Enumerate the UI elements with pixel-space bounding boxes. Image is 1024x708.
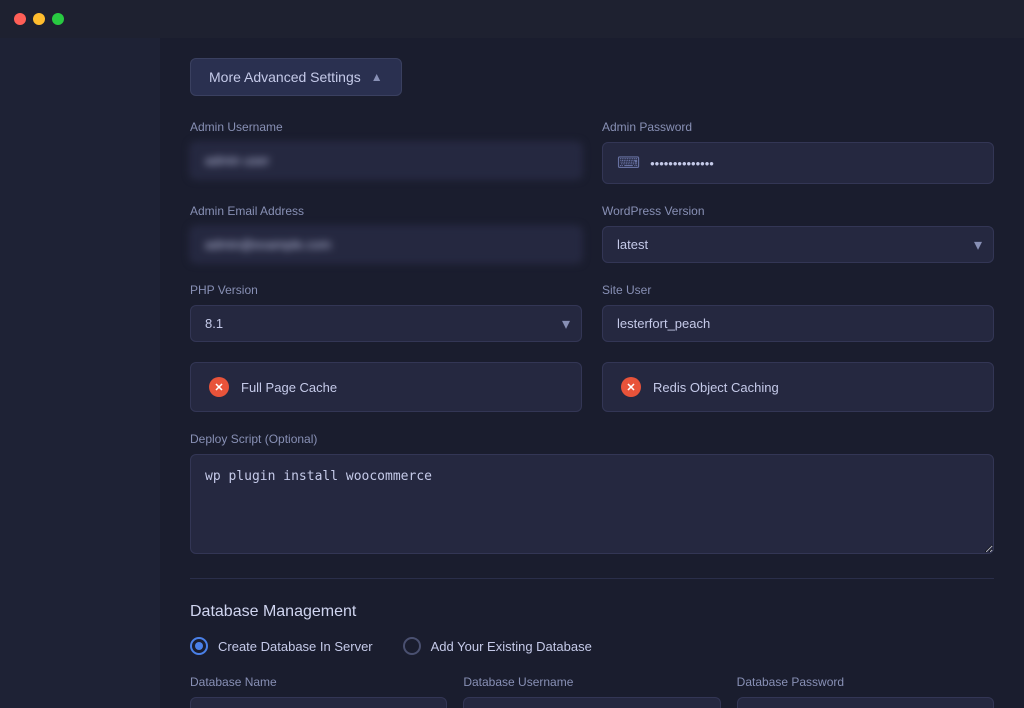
db-name-label: Database Name <box>190 675 447 689</box>
create-database-option[interactable]: Create Database In Server <box>190 637 373 655</box>
wp-version-label: WordPress Version <box>602 204 994 218</box>
db-name-group: Database Name <box>190 675 447 708</box>
site-user-input[interactable] <box>602 305 994 342</box>
existing-database-label: Add Your Existing Database <box>431 639 592 654</box>
section-header: More Advanced Settings ▲ <box>190 58 994 96</box>
admin-password-group: Admin Password ⌨ <box>602 120 994 184</box>
wp-version-group: WordPress Version latest 6.4 6.3 <box>602 204 994 263</box>
email-version-row: Admin Email Address WordPress Version la… <box>190 204 994 263</box>
redis-cache-indicator: ✕ <box>621 377 641 397</box>
deploy-script-textarea[interactable]: wp plugin install woocommerce <box>190 454 994 554</box>
php-version-label: PHP Version <box>190 283 582 297</box>
deploy-script-group: Deploy Script (Optional) wp plugin insta… <box>190 432 994 554</box>
wp-version-select-wrapper: latest 6.4 6.3 <box>602 226 994 263</box>
section-btn-label: More Advanced Settings <box>209 69 361 85</box>
create-database-radio[interactable] <box>190 637 208 655</box>
php-version-select-wrapper: 8.1 8.0 7.4 <box>190 305 582 342</box>
admin-email-label: Admin Email Address <box>190 204 582 218</box>
redis-cache-toggle[interactable]: ✕ Redis Object Caching <box>602 362 994 412</box>
toggle-row: ✕ Full Page Cache ✕ Redis Object Caching <box>190 362 994 412</box>
admin-password-field-wrapper: ⌨ <box>602 142 994 184</box>
php-version-group: PHP Version 8.1 8.0 7.4 <box>190 283 582 342</box>
sidebar <box>0 38 160 708</box>
minimize-button[interactable] <box>33 13 45 25</box>
full-page-cache-label: Full Page Cache <box>241 380 337 395</box>
db-name-input[interactable] <box>190 697 447 708</box>
php-version-select[interactable]: 8.1 8.0 7.4 <box>190 305 582 342</box>
db-username-input[interactable] <box>463 697 720 708</box>
titlebar <box>0 0 1024 38</box>
redis-x-icon: ✕ <box>626 381 635 394</box>
db-username-label: Database Username <box>463 675 720 689</box>
key-icon: ⌨ <box>617 153 640 173</box>
create-database-label: Create Database In Server <box>218 639 373 654</box>
chevron-up-icon: ▲ <box>371 70 383 84</box>
admin-username-group: Admin Username <box>190 120 582 184</box>
php-siteuser-row: PHP Version 8.1 8.0 7.4 Site User <box>190 283 994 342</box>
database-radio-group: Create Database In Server Add Your Exist… <box>190 637 994 655</box>
deploy-script-label: Deploy Script (Optional) <box>190 432 994 446</box>
db-username-group: Database Username <box>463 675 720 708</box>
close-button[interactable] <box>14 13 26 25</box>
database-fields-grid: Database Name Database Username Database… <box>190 675 994 708</box>
db-password-label: Database Password <box>737 675 994 689</box>
x-mark-icon: ✕ <box>214 381 223 394</box>
database-section-title: Database Management <box>190 603 994 621</box>
main-content: More Advanced Settings ▲ Admin Username … <box>0 38 1024 708</box>
section-divider <box>190 578 994 579</box>
content-area: More Advanced Settings ▲ Admin Username … <box>160 38 1024 708</box>
full-page-cache-toggle[interactable]: ✕ Full Page Cache <box>190 362 582 412</box>
admin-credentials-row: Admin Username Admin Password ⌨ <box>190 120 994 184</box>
redis-cache-label: Redis Object Caching <box>653 380 779 395</box>
existing-database-radio[interactable] <box>403 637 421 655</box>
admin-password-label: Admin Password <box>602 120 994 134</box>
db-password-field-wrapper: ⌨ <box>737 697 994 708</box>
wp-version-select[interactable]: latest 6.4 6.3 <box>602 226 994 263</box>
admin-username-input[interactable] <box>190 142 582 179</box>
traffic-lights <box>14 13 64 25</box>
admin-email-group: Admin Email Address <box>190 204 582 263</box>
db-password-group: Database Password ⌨ <box>737 675 994 708</box>
admin-username-label: Admin Username <box>190 120 582 134</box>
full-page-cache-indicator: ✕ <box>209 377 229 397</box>
site-user-group: Site User <box>602 283 994 342</box>
site-user-label: Site User <box>602 283 994 297</box>
existing-database-option[interactable]: Add Your Existing Database <box>403 637 592 655</box>
database-management-section: Database Management Create Database In S… <box>190 603 994 708</box>
admin-password-input[interactable] <box>650 156 979 171</box>
maximize-button[interactable] <box>52 13 64 25</box>
more-advanced-settings-button[interactable]: More Advanced Settings ▲ <box>190 58 402 96</box>
admin-email-input[interactable] <box>190 226 582 263</box>
